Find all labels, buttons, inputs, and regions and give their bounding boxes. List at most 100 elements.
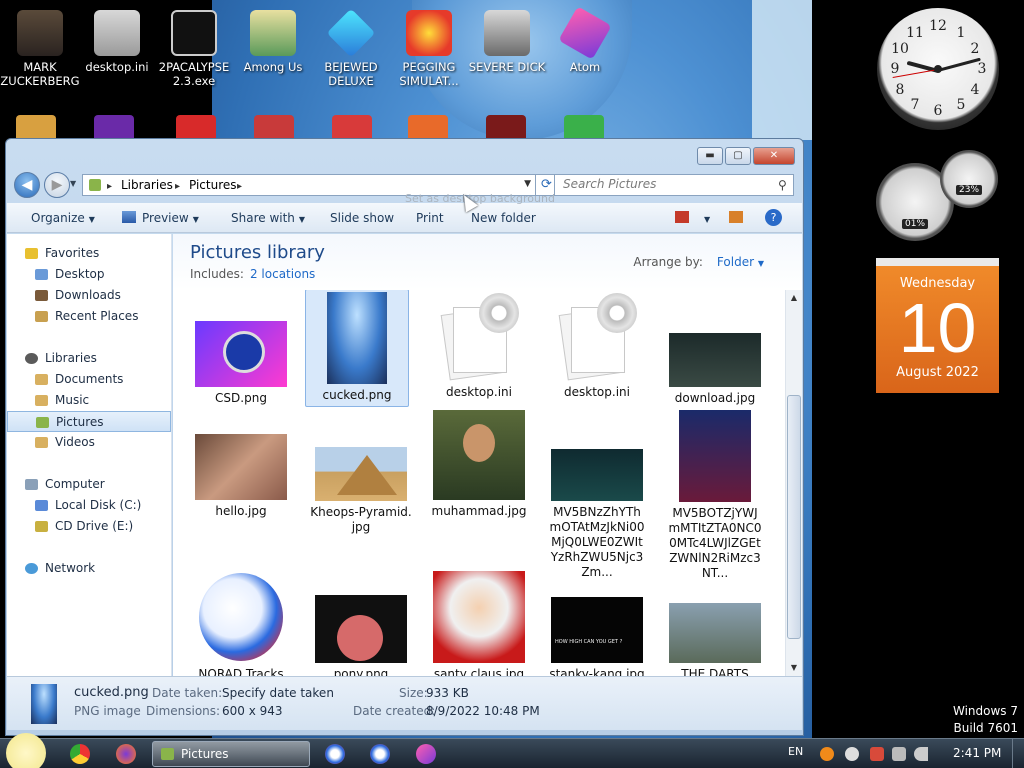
- taskbar-item-pictures[interactable]: Pictures: [152, 741, 310, 767]
- file-item[interactable]: pony.png: [309, 595, 413, 676]
- clock-gadget[interactable]: 12 1 2 3 4 5 6 7 8 9 10 11: [877, 8, 999, 130]
- desktop-icon-atom[interactable]: Atom: [545, 4, 625, 74]
- chrome-icon[interactable]: [70, 744, 90, 764]
- back-button[interactable]: ◀: [14, 172, 40, 198]
- desktop-icon-partial[interactable]: [16, 115, 56, 139]
- action-center-icon[interactable]: [870, 747, 884, 761]
- slide-show-button[interactable]: Slide show: [330, 211, 394, 225]
- organize-button[interactable]: Organize ▼: [31, 211, 95, 225]
- sidebar-item-computer[interactable]: Computer: [7, 474, 171, 495]
- sidebar-item-cd-drive[interactable]: CD Drive (E:): [7, 516, 171, 537]
- show-desktop-button[interactable]: [1012, 739, 1024, 768]
- explorer-window[interactable]: ▬ ▢ ✕ ◀ ▶ ▼ ▸ Libraries ▸ Pictures ▸ ▼ ⟳…: [5, 138, 804, 736]
- file-item[interactable]: santy claus.jpg: [427, 571, 531, 676]
- desktop-icon-2pacalypse[interactable]: 2PACALYPSE 2.3.exe: [154, 4, 234, 88]
- preview-button[interactable]: Preview ▼: [142, 211, 199, 225]
- desktop-icon-partial[interactable]: [564, 115, 604, 139]
- desktop-icon-partial[interactable]: [254, 115, 294, 139]
- network-icon[interactable]: [892, 747, 906, 761]
- file-item[interactable]: desktop.ini: [427, 293, 531, 400]
- close-button[interactable]: ✕: [753, 147, 795, 165]
- file-item[interactable]: MV5BNzZhYThmOTAtMzJkNi00MjQ0LWE0ZWItYzRh…: [545, 449, 649, 580]
- preview-pane-icon[interactable]: [729, 211, 743, 223]
- desktop-icon-partial[interactable]: [332, 115, 372, 139]
- file-item[interactable]: stanky-kang.jpg: [545, 597, 649, 676]
- chevron-down-icon[interactable]: ▼: [524, 179, 531, 189]
- maximize-button[interactable]: ▢: [725, 147, 751, 165]
- desktop-icon-partial[interactable]: [486, 115, 526, 139]
- image-thumbnail: [551, 597, 643, 663]
- file-item[interactable]: Kheops-Pyramid.jpg: [309, 447, 413, 535]
- search-input[interactable]: Search Pictures: [554, 174, 794, 196]
- file-item[interactable]: CSD.png: [189, 321, 293, 406]
- language-indicator[interactable]: EN: [788, 745, 803, 758]
- sidebar-item-music[interactable]: Music: [7, 390, 171, 411]
- new-folder-button[interactable]: New folder: [471, 211, 536, 225]
- desktop-icon-partial[interactable]: [94, 115, 134, 139]
- locations-link[interactable]: 2 locations: [250, 267, 315, 281]
- firefox-icon[interactable]: [116, 744, 136, 764]
- file-name: NORAD Tracks: [198, 667, 284, 676]
- minimize-button[interactable]: ▬: [697, 147, 723, 165]
- help-icon[interactable]: ?: [765, 209, 782, 226]
- memory-meter-gadget[interactable]: 23%: [940, 150, 998, 208]
- print-button[interactable]: Print: [416, 211, 444, 225]
- desktop-icon-partial[interactable]: [408, 115, 448, 139]
- sidebar-item-downloads[interactable]: Downloads: [7, 285, 171, 306]
- desktop-icon-bejewed[interactable]: BEJEWED DELUXE: [311, 4, 391, 88]
- forward-button[interactable]: ▶: [44, 172, 70, 198]
- browser-icon[interactable]: [325, 744, 345, 764]
- sidebar-item-documents[interactable]: Documents: [7, 369, 171, 390]
- star-icon: [25, 248, 38, 259]
- atom-icon[interactable]: [416, 744, 436, 764]
- sidebar-item-desktop[interactable]: Desktop: [7, 264, 171, 285]
- music-icon: [35, 395, 48, 406]
- desktop-icon-pegging-simulator[interactable]: PEGGING SIMULAT...: [389, 4, 469, 88]
- gem-icon: [326, 8, 376, 58]
- system-clock[interactable]: 2:41 PM: [953, 746, 1001, 760]
- start-button[interactable]: [6, 733, 46, 768]
- share-with-button[interactable]: Share with ▼: [231, 211, 305, 225]
- sidebar-item-network[interactable]: Network: [7, 558, 171, 579]
- file-item[interactable]: THE DARTS: [663, 603, 767, 676]
- file-item[interactable]: desktop.ini: [545, 293, 649, 400]
- volume-icon[interactable]: [914, 747, 928, 761]
- sidebar-item-favorites[interactable]: Favorites: [7, 243, 171, 264]
- sidebar-item-pictures[interactable]: Pictures: [7, 411, 171, 432]
- desktop-icon-mark-zuckerberg[interactable]: MARK ZUCKERBERG: [0, 4, 80, 88]
- vertical-scrollbar[interactable]: ▲ ▼: [785, 290, 802, 676]
- file-item-selected[interactable]: cucked.png: [305, 290, 409, 407]
- file-item[interactable]: NORAD Tracks: [189, 571, 293, 676]
- desktop-icon-severe-dick[interactable]: SEVERE DICK: [467, 4, 547, 74]
- recent-pages-dropdown[interactable]: ▼: [70, 179, 76, 188]
- sidebar-item-recent-places[interactable]: Recent Places: [7, 306, 171, 327]
- search-tray-icon[interactable]: [820, 747, 834, 761]
- scrollbar-thumb[interactable]: [787, 395, 801, 639]
- selected-file-thumbnail: [31, 684, 57, 724]
- cd-drive-icon: [35, 521, 48, 532]
- desktop-icon-partial[interactable]: [176, 115, 216, 139]
- sidebar-item-videos[interactable]: Videos: [7, 432, 171, 453]
- view-options-dropdown[interactable]: ▼: [700, 211, 710, 225]
- file-item[interactable]: muhammad.jpg: [427, 410, 531, 519]
- breadcrumb-libraries[interactable]: Libraries: [121, 178, 173, 192]
- scroll-up-button[interactable]: ▲: [786, 290, 802, 306]
- sidebar-item-libraries[interactable]: Libraries: [7, 348, 171, 369]
- file-item[interactable]: download.jpg: [663, 333, 767, 406]
- arrange-by-dropdown[interactable]: Folder ▼: [717, 255, 764, 269]
- change-view-icon[interactable]: [675, 211, 689, 223]
- browser-icon[interactable]: [370, 744, 390, 764]
- tray-icon[interactable]: [845, 747, 859, 761]
- calendar-gadget[interactable]: Wednesday 10 August 2022: [876, 258, 999, 393]
- game-icon: [406, 10, 452, 56]
- desktop-icon-desktop-ini[interactable]: desktop.ini: [77, 4, 157, 74]
- desktop-icon-among-us[interactable]: Among Us: [233, 4, 313, 74]
- date-taken-value[interactable]: Specify date taken: [222, 686, 334, 700]
- sidebar-item-local-disk[interactable]: Local Disk (C:): [7, 495, 171, 516]
- file-item[interactable]: MV5BOTZjYWJmMTItZTA0NC00MTc4LWJlZGEtZWNl…: [663, 410, 767, 581]
- libraries-icon: [25, 353, 38, 364]
- search-icon[interactable]: ⚲: [778, 178, 787, 192]
- file-item[interactable]: hello.jpg: [189, 434, 293, 519]
- scroll-down-button[interactable]: ▼: [786, 660, 802, 676]
- breadcrumb-pictures[interactable]: Pictures: [189, 178, 237, 192]
